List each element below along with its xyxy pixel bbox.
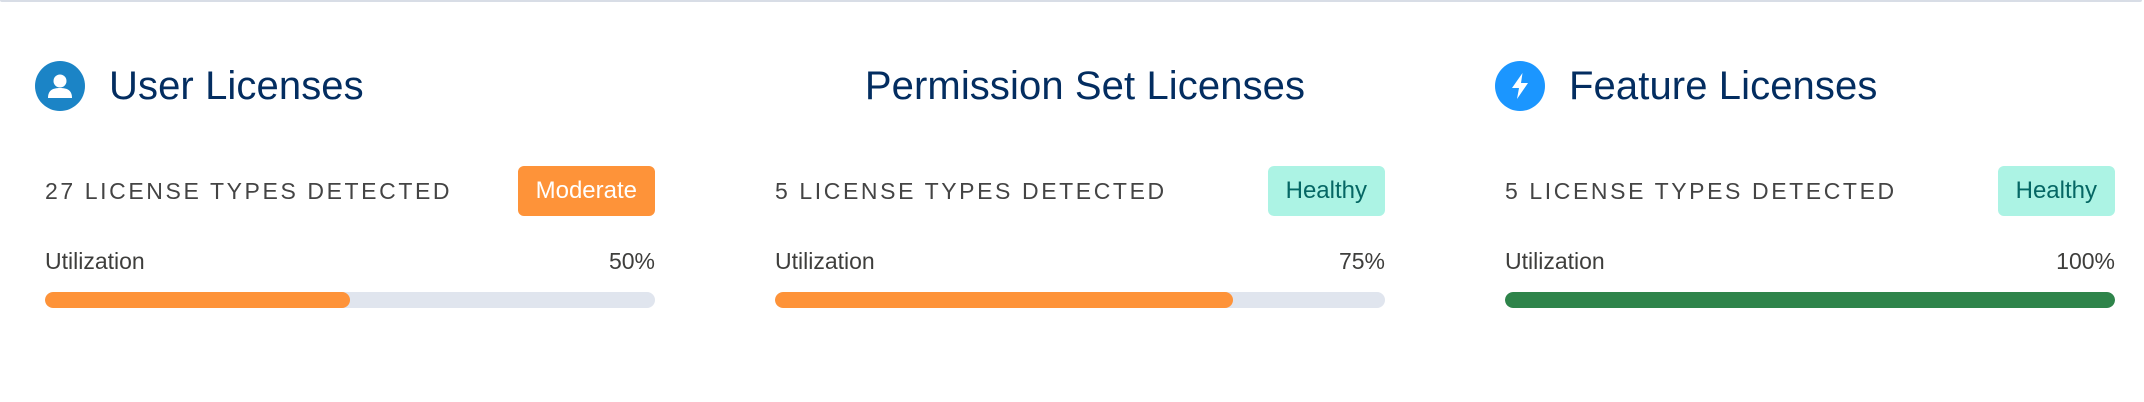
utilization-row: Utilization 50% <box>45 248 655 275</box>
status-badge: Healthy <box>1267 166 1385 216</box>
utilization-value: 100% <box>2056 248 2115 274</box>
user-icon <box>35 61 85 111</box>
utilization-label: Utilization <box>775 248 875 274</box>
card-title: User Licenses <box>109 63 364 108</box>
license-types-detected: 5 LICENSE TYPES DETECTED <box>775 178 1167 204</box>
utilization-row: Utilization 100% <box>1505 248 2115 275</box>
utilization-row: Utilization 75% <box>775 248 1385 275</box>
card-title: Permission Set Licenses <box>864 63 1306 108</box>
card-header: Permission Set Licenses <box>765 60 1485 112</box>
utilization-bar <box>775 292 1385 308</box>
status-badge: Healthy <box>1997 166 2115 216</box>
card-title: Feature Licenses <box>1569 63 1878 108</box>
status-badge: Moderate <box>517 166 655 216</box>
utilization-bar-fill <box>1505 292 2115 308</box>
user-licenses-card: User Licenses 27 LICENSE TYPES DETECTED … <box>35 60 755 320</box>
utilization-bar-fill <box>775 292 1233 308</box>
utilization-bar-fill <box>45 292 350 308</box>
license-types-detected: 5 LICENSE TYPES DETECTED <box>1505 178 1897 204</box>
utilization-value: 50% <box>608 248 655 274</box>
license-types-detected: 27 LICENSE TYPES DETECTED <box>45 178 453 204</box>
feature-licenses-card: Feature Licenses 5 LICENSE TYPES DETECTE… <box>1495 60 2144 320</box>
permission-set-licenses-card: Permission Set Licenses 5 LICENSE TYPES … <box>765 60 1485 320</box>
utilization-label: Utilization <box>45 248 145 274</box>
utilization-bar <box>45 292 655 308</box>
utilization-label: Utilization <box>1505 248 1605 274</box>
bolt-icon <box>1495 61 1545 111</box>
utilization-value: 75% <box>1338 248 1385 274</box>
card-header: Feature Licenses <box>1495 60 2144 112</box>
card-header: User Licenses <box>35 60 755 112</box>
utilization-bar <box>1505 292 2115 308</box>
top-panel-border <box>0 0 2142 2</box>
